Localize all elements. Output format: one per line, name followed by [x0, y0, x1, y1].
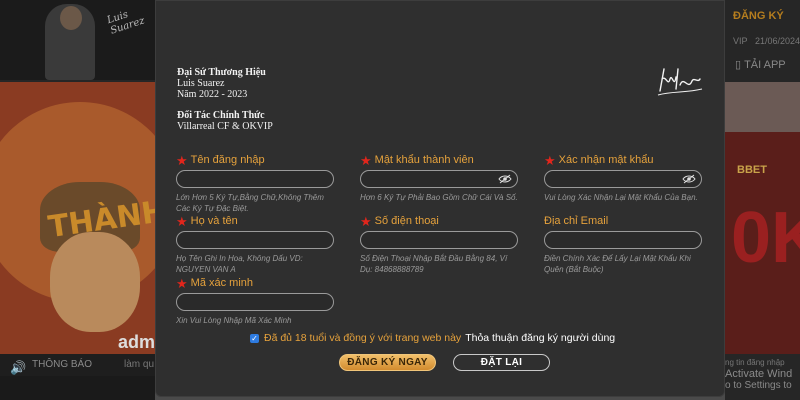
required-star-icon: ★ [176, 152, 188, 168]
promo-poster[interactable]: THÀNH adm [0, 82, 155, 354]
email-field: Địa chỉ Email Điền Chính Xác Để Lấy Lại … [544, 214, 704, 275]
ambassador-info: Đại Sứ Thương Hiệu Luis Suarez Năm 2022 … [177, 67, 273, 132]
reset-button[interactable]: ĐẶT LẠI [453, 354, 550, 371]
poster-brand: adm [118, 332, 155, 352]
news-label: THÔNG BÁO [32, 359, 93, 370]
required-star-icon: ★ [360, 213, 372, 229]
user-agreement-link[interactable]: Thỏa thuận đăng ký người dùng [465, 332, 615, 344]
phone-input[interactable] [361, 234, 517, 251]
banner-top [725, 82, 800, 132]
activate-windows-title: Activate Wind [725, 368, 793, 380]
header-date: 21/06/2024 [755, 36, 800, 46]
ambassador-years: Năm 2022 - 2023 [177, 89, 248, 100]
captcha-label: Mã xác minh [190, 277, 254, 289]
vip-link[interactable]: VIP [733, 36, 748, 46]
confirm-password-field: ★ Xác nhận mật khẩu Vui Lòng Xác Nhận Lại… [544, 153, 704, 203]
email-label: Địa chỉ Email [544, 215, 609, 227]
username-field: ★ Tên đăng nhập Lớn Hơn 5 Ký Tự,Bằng Chữ,… [176, 153, 336, 214]
password-label: Mật khẩu thành viên [374, 154, 474, 166]
register-modal: Đại Sứ Thương Hiệu Luis Suarez Năm 2022 … [155, 0, 725, 397]
agreement-row: ✓ Đã đủ 18 tuổi và đồng ý với trang web … [250, 332, 615, 344]
fullname-label: Họ và tên [190, 215, 238, 227]
signature-logo [657, 68, 703, 96]
ambassador-name: Luis Suarez [177, 78, 225, 89]
password-input[interactable] [361, 173, 517, 190]
partner-heading: Đối Tác Chính Thức [177, 110, 265, 121]
phone-field: ★ Số điện thoại Số Điện Thoại Nhập Bắt Đầ… [360, 214, 520, 275]
username-label: Tên đăng nhập [190, 154, 265, 166]
ambassador-heading: Đại Sứ Thương Hiệu [177, 67, 266, 78]
activate-windows-subtitle: o to Settings to [725, 380, 792, 391]
hide-password-icon[interactable] [498, 174, 512, 184]
player-head [60, 6, 82, 30]
email-hint: Điền Chính Xác Để Lấy Lại Mật Khẩu Khi Q… [544, 254, 691, 274]
agreement-text: Đã đủ 18 tuổi và đồng ý với trang web nà… [264, 332, 462, 344]
confirm-password-input[interactable] [545, 173, 701, 190]
username-input[interactable] [177, 173, 333, 190]
promo-banner-right[interactable]: BBET 0K [725, 82, 800, 354]
required-star-icon: ★ [176, 213, 188, 229]
phone-icon: ▯ [735, 59, 742, 71]
captcha-field: ★ Mã xác minh Xin Vui Lòng Nhập Mã Xác Mi… [176, 276, 336, 326]
background-right: ĐĂNG KÝ VIP 21/06/2024 ▯ TẢI APP BBET 0K … [725, 0, 800, 400]
chat-hint: ng tin đăng nhập [725, 358, 785, 367]
username-hint: Lớn Hơn 5 Ký Tự,Bằng Chữ,Không Thêm Các … [176, 193, 324, 213]
required-star-icon: ★ [176, 275, 188, 291]
background-left: Luis Suarez THÀNH adm 🔊 THÔNG BÁO làm qu [0, 0, 155, 400]
password-field: ★ Mật khẩu thành viên Hơn 6 Ký Tự Phải Ba… [360, 153, 520, 203]
banner-big-text: 0K [731, 198, 800, 278]
fullname-input[interactable] [177, 234, 333, 251]
password-hint: Hơn 6 Ký Tự Phải Bao Gồm Chữ Cái Và Số. [360, 193, 518, 202]
required-star-icon: ★ [360, 152, 372, 168]
register-now-button[interactable]: ĐĂNG KÝ NGAY [339, 354, 436, 371]
fullname-hint: Họ Tên Ghi In Hoa, Không Dấu VD: NGUYEN … [176, 254, 303, 274]
banner-brand: BBET [737, 164, 767, 176]
confirm-password-hint: Vui Lòng Xác Nhận Lại Mật Khẩu Của Bạn. [544, 193, 698, 202]
confirm-password-label: Xác nhận mật khẩu [558, 154, 654, 166]
poster-character [50, 232, 140, 332]
partner-name: Villarreal CF & OKVIP [177, 121, 273, 132]
news-ticker[interactable]: 🔊 THÔNG BÁO làm qu [0, 354, 155, 376]
news-text: làm qu [124, 359, 155, 370]
captcha-hint: Xin Vui Lòng Nhập Mã Xác Minh [176, 316, 292, 325]
download-app-label: TẢI APP [744, 59, 786, 71]
phone-label: Số điện thoại [374, 215, 439, 227]
register-link[interactable]: ĐĂNG KÝ [733, 10, 784, 22]
download-app-link[interactable]: ▯ TẢI APP [735, 58, 786, 71]
fullname-field: ★ Họ và tên Họ Tên Ghi In Hoa, Không Dấu … [176, 214, 336, 275]
required-star-icon: ★ [544, 152, 556, 168]
phone-hint: Số Điện Thoại Nhập Bắt Đầu Bằng 84, Ví D… [360, 254, 508, 274]
hide-password-icon[interactable] [682, 174, 696, 184]
agreement-checkbox[interactable]: ✓ [250, 333, 259, 343]
captcha-input[interactable] [177, 296, 333, 313]
footer-bar [0, 376, 155, 400]
email-input[interactable] [545, 234, 701, 251]
